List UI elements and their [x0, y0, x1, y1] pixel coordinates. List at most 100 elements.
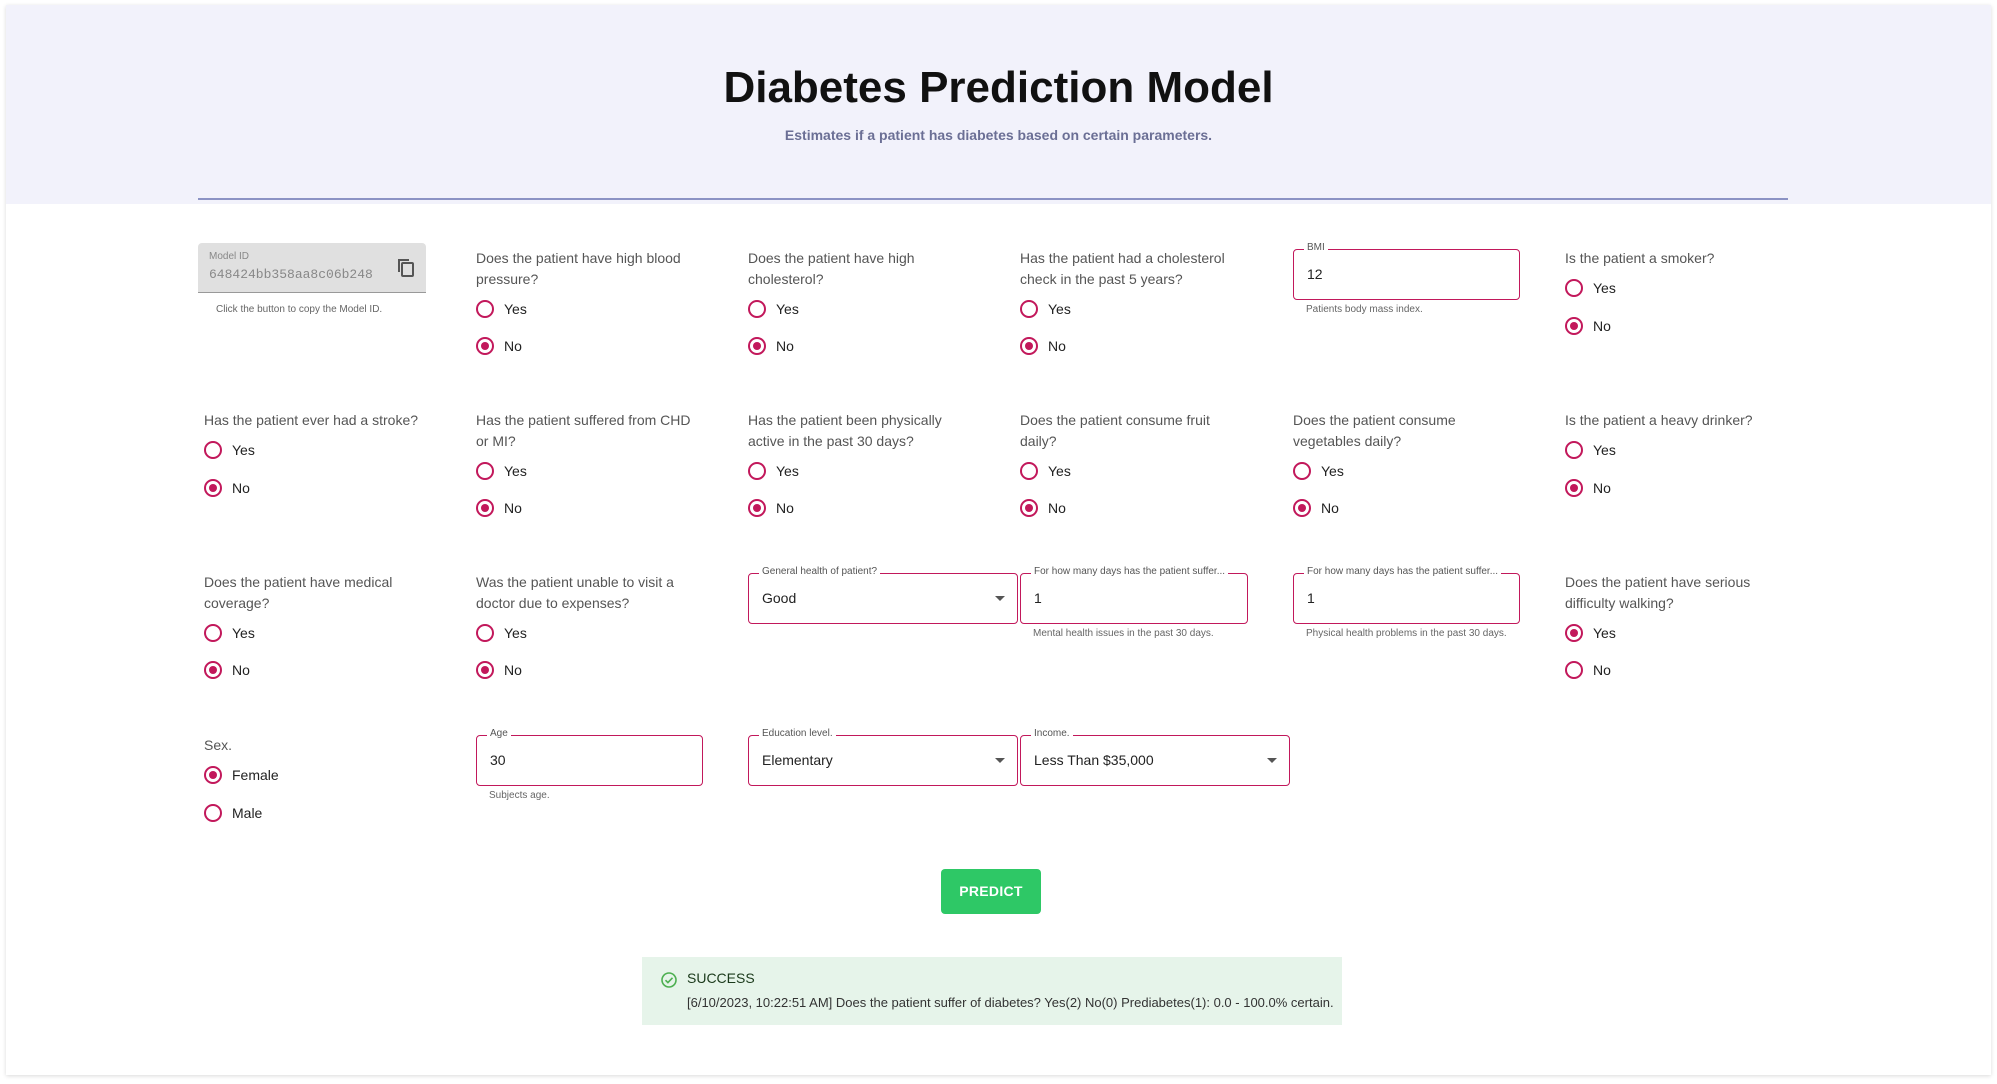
- high-chol-yes-radio[interactable]: Yes: [748, 298, 799, 320]
- age-input[interactable]: Age 30: [476, 728, 703, 786]
- stroke-group: Has the patient ever had a stroke? Yes N…: [204, 410, 434, 530]
- high-chol-no-radio[interactable]: No: [748, 335, 794, 357]
- header-divider: [198, 198, 1788, 200]
- phys-active-yes-radio[interactable]: Yes: [748, 460, 799, 482]
- page-subtitle: Estimates if a patient has diabetes base…: [784, 127, 1213, 143]
- model-id-field: Model ID 648424bb358aa8c06b248: [198, 243, 426, 293]
- sex-female-radio[interactable]: Female: [204, 764, 279, 786]
- chd-no-radio[interactable]: No: [476, 497, 522, 519]
- phys-active-no-radio[interactable]: No: [748, 497, 794, 519]
- radio-label: No: [1048, 500, 1066, 516]
- veggies-no-radio[interactable]: No: [1293, 497, 1339, 519]
- chd-group: Has the patient suffered from CHD or MI?…: [476, 410, 706, 530]
- fruit-question: Does the patient consume fruit daily?: [1020, 412, 1210, 449]
- mental-days-input[interactable]: For how many days has the patient suffer…: [1020, 566, 1248, 624]
- sex-question: Sex.: [204, 737, 233, 753]
- success-alert: SUCCESS [6/10/2023, 10:22:51 AM] Does th…: [642, 957, 1342, 1025]
- radio-label: Yes: [776, 463, 799, 479]
- age-value: 30: [490, 752, 506, 768]
- coverage-group: Does the patient have medical coverage? …: [204, 572, 434, 692]
- age-label: Age: [487, 728, 511, 739]
- header: Diabetes Prediction Model Estimates if a…: [6, 5, 1991, 204]
- success-status: SUCCESS: [687, 970, 755, 986]
- physical-days-label: For how many days has the patient suffer…: [1304, 566, 1502, 577]
- chol-check-group: Has the patient had a cholesterol check …: [1020, 248, 1250, 368]
- high-bp-no-radio[interactable]: No: [476, 335, 522, 357]
- chevron-down-icon: [1267, 758, 1277, 763]
- physical-days-helper: Physical health problems in the past 30 …: [1306, 628, 1507, 639]
- stroke-yes-radio[interactable]: Yes: [204, 439, 255, 461]
- check-circle-icon: [660, 971, 678, 989]
- chd-yes-radio[interactable]: Yes: [476, 460, 527, 482]
- smoker-question: Is the patient a smoker?: [1565, 250, 1715, 266]
- radio-label: Yes: [232, 625, 255, 641]
- doctor-cost-question: Was the patient unable to visit a doctor…: [476, 574, 674, 611]
- sex-male-radio[interactable]: Male: [204, 802, 262, 824]
- general-health-value: Good: [762, 590, 797, 606]
- chol-check-no-radio[interactable]: No: [1020, 335, 1066, 357]
- doctor-cost-yes-radio[interactable]: Yes: [476, 622, 527, 644]
- smoker-no-radio[interactable]: No: [1565, 315, 1611, 337]
- page: Diabetes Prediction Model Estimates if a…: [6, 5, 1991, 1075]
- radio-label: Yes: [1321, 463, 1344, 479]
- education-value: Elementary: [762, 752, 833, 768]
- walking-yes-radio[interactable]: Yes: [1565, 622, 1616, 644]
- radio-label: Yes: [504, 625, 527, 641]
- age-helper: Subjects age.: [489, 790, 550, 801]
- general-health-select[interactable]: General health of patient? Good: [748, 566, 1018, 624]
- phys-active-group: Has the patient been physically active i…: [748, 410, 978, 530]
- doctor-cost-group: Was the patient unable to visit a doctor…: [476, 572, 706, 692]
- walking-question: Does the patient have serious difficulty…: [1565, 574, 1751, 611]
- fruit-no-radio[interactable]: No: [1020, 497, 1066, 519]
- copy-icon[interactable]: [396, 257, 416, 279]
- education-select[interactable]: Education level. Elementary: [748, 728, 1018, 786]
- physical-days-value: 1: [1307, 590, 1315, 606]
- stroke-no-radio[interactable]: No: [204, 477, 250, 499]
- radio-label: Yes: [504, 301, 527, 317]
- mental-days-helper: Mental health issues in the past 30 days…: [1033, 628, 1214, 639]
- bmi-label: BMI: [1304, 242, 1328, 253]
- radio-label: Yes: [1593, 625, 1616, 641]
- walking-no-radio[interactable]: No: [1565, 659, 1611, 681]
- radio-label: Male: [232, 805, 263, 821]
- mental-days-value: 1: [1034, 590, 1042, 606]
- page-title: Diabetes Prediction Model: [723, 63, 1274, 112]
- coverage-no-radio[interactable]: No: [204, 659, 250, 681]
- radio-label: No: [1593, 662, 1611, 678]
- doctor-cost-no-radio[interactable]: No: [476, 659, 522, 681]
- walking-group: Does the patient have serious difficulty…: [1565, 572, 1795, 692]
- drinker-yes-radio[interactable]: Yes: [1565, 439, 1616, 461]
- radio-label: No: [1048, 338, 1066, 354]
- high-bp-yes-radio[interactable]: Yes: [476, 298, 527, 320]
- radio-label: No: [232, 662, 250, 678]
- model-id-helper: Click the button to copy the Model ID.: [216, 304, 383, 315]
- radio-label: Yes: [504, 463, 527, 479]
- radio-label: No: [504, 662, 522, 678]
- chol-check-yes-radio[interactable]: Yes: [1020, 298, 1071, 320]
- veggies-question: Does the patient consume vegetables dail…: [1293, 412, 1456, 449]
- smoker-yes-radio[interactable]: Yes: [1565, 277, 1616, 299]
- radio-label: No: [1321, 500, 1339, 516]
- veggies-group: Does the patient consume vegetables dail…: [1293, 410, 1523, 530]
- physical-days-input[interactable]: For how many days has the patient suffer…: [1293, 566, 1520, 624]
- drinker-no-radio[interactable]: No: [1565, 477, 1611, 499]
- phys-active-question: Has the patient been physically active i…: [748, 412, 942, 449]
- income-label: Income.: [1031, 728, 1073, 739]
- income-select[interactable]: Income. Less Than $35,000: [1020, 728, 1290, 786]
- chevron-down-icon: [995, 758, 1005, 763]
- fruit-group: Does the patient consume fruit daily? Ye…: [1020, 410, 1250, 530]
- radio-label: Yes: [1593, 442, 1616, 458]
- radio-label: No: [1593, 480, 1611, 496]
- predict-button[interactable]: PREDICT: [941, 869, 1041, 914]
- bmi-input[interactable]: BMI 12: [1293, 242, 1520, 300]
- coverage-question: Does the patient have medical coverage?: [204, 574, 393, 611]
- coverage-yes-radio[interactable]: Yes: [204, 622, 255, 644]
- radio-label: No: [504, 500, 522, 516]
- veggies-yes-radio[interactable]: Yes: [1293, 460, 1344, 482]
- radio-label: Yes: [232, 442, 255, 458]
- fruit-yes-radio[interactable]: Yes: [1020, 460, 1071, 482]
- model-id-label: Model ID: [209, 251, 250, 262]
- general-health-label: General health of patient?: [759, 566, 881, 577]
- radio-label: No: [232, 480, 250, 496]
- smoker-group: Is the patient a smoker? Yes No: [1565, 248, 1795, 368]
